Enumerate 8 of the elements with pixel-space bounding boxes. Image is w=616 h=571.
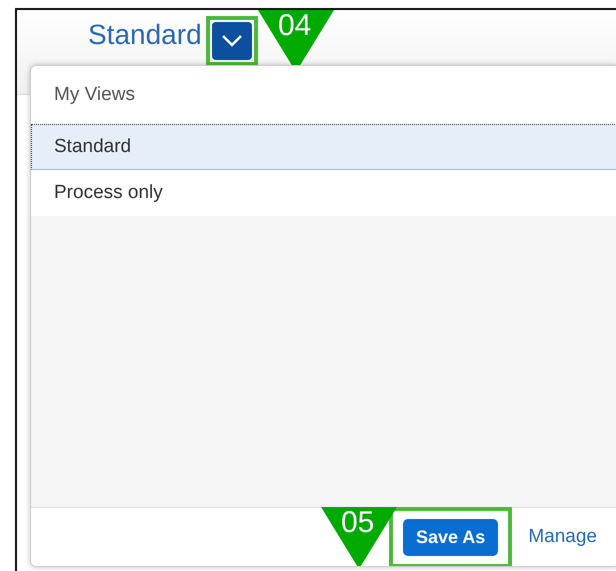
- view-item[interactable]: Standard: [31, 124, 616, 170]
- dropdown-button[interactable]: [212, 22, 252, 60]
- view-item[interactable]: Process only: [31, 170, 616, 216]
- save-as-button[interactable]: Save As: [402, 518, 498, 556]
- manage-link[interactable]: Manage: [524, 522, 601, 552]
- chevron-down-icon: [220, 34, 243, 48]
- popover-heading: My Views: [31, 66, 616, 124]
- view-title: Standard: [88, 18, 202, 52]
